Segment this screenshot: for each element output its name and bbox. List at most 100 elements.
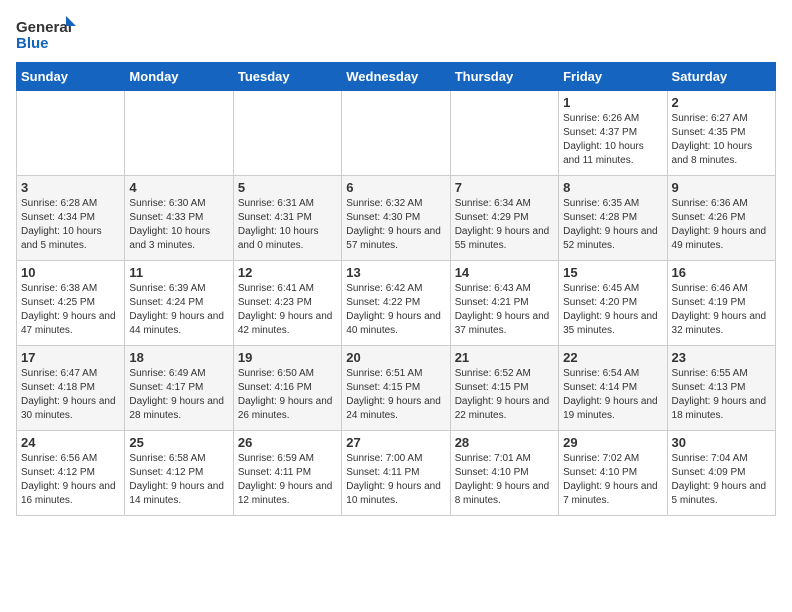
day-info: Sunrise: 6:58 AM Sunset: 4:12 PM Dayligh… xyxy=(129,452,228,508)
day-number: 9 xyxy=(672,180,771,195)
day-number: 12 xyxy=(238,265,337,280)
calendar-cell: 30Sunrise: 7:04 AM Sunset: 4:09 PM Dayli… xyxy=(667,431,775,516)
day-info: Sunrise: 6:32 AM Sunset: 4:30 PM Dayligh… xyxy=(346,197,445,253)
calendar-cell: 10Sunrise: 6:38 AM Sunset: 4:25 PM Dayli… xyxy=(17,261,125,346)
calendar-cell: 2 Sunrise: 6:27 AM Sunset: 4:35 PM Daylig… xyxy=(667,91,775,176)
calendar-week-row: 10Sunrise: 6:38 AM Sunset: 4:25 PM Dayli… xyxy=(17,261,776,346)
calendar-week-row: 17 Sunrise: 6:47 AM Sunset: 4:18 PM Dayli… xyxy=(17,346,776,431)
day-number: 27 xyxy=(346,435,445,450)
day-info: Sunrise: 6:41 AM Sunset: 4:23 PM Dayligh… xyxy=(238,282,337,338)
calendar-week-row: 1 Sunrise: 6:26 AM Sunset: 4:37 PM Daylig… xyxy=(17,91,776,176)
day-number: 18 xyxy=(129,350,228,365)
day-info: Sunrise: 6:38 AM Sunset: 4:25 PM Dayligh… xyxy=(21,282,120,338)
calendar-cell: 19 Sunrise: 6:50 AM Sunset: 4:16 PM Dayli… xyxy=(233,346,341,431)
day-info: Sunrise: 6:27 AM Sunset: 4:35 PM Dayligh… xyxy=(672,112,771,168)
day-info: Sunrise: 7:00 AM Sunset: 4:11 PM Dayligh… xyxy=(346,452,445,508)
calendar-cell: 3 Sunrise: 6:28 AM Sunset: 4:34 PM Daylig… xyxy=(17,176,125,261)
day-number: 19 xyxy=(238,350,337,365)
day-number: 1 xyxy=(563,95,662,110)
weekday-header-wednesday: Wednesday xyxy=(342,63,450,91)
day-info: Sunrise: 6:46 AM Sunset: 4:19 PM Dayligh… xyxy=(672,282,771,338)
calendar-cell: 1 Sunrise: 6:26 AM Sunset: 4:37 PM Daylig… xyxy=(559,91,667,176)
day-number: 16 xyxy=(672,265,771,280)
calendar-cell: 22 Sunrise: 6:54 AM Sunset: 4:14 PM Dayli… xyxy=(559,346,667,431)
calendar-cell: 6 Sunrise: 6:32 AM Sunset: 4:30 PM Daylig… xyxy=(342,176,450,261)
day-number: 28 xyxy=(455,435,554,450)
day-number: 25 xyxy=(129,435,228,450)
day-number: 22 xyxy=(563,350,662,365)
calendar-cell: 23Sunrise: 6:55 AM Sunset: 4:13 PM Dayli… xyxy=(667,346,775,431)
calendar-cell: 28 Sunrise: 7:01 AM Sunset: 4:10 PM Dayli… xyxy=(450,431,558,516)
day-info: Sunrise: 6:35 AM Sunset: 4:28 PM Dayligh… xyxy=(563,197,662,253)
day-info: Sunrise: 6:39 AM Sunset: 4:24 PM Dayligh… xyxy=(129,282,228,338)
calendar-cell: 12 Sunrise: 6:41 AM Sunset: 4:23 PM Dayli… xyxy=(233,261,341,346)
day-info: Sunrise: 6:50 AM Sunset: 4:16 PM Dayligh… xyxy=(238,367,337,423)
logo: GeneralBlue xyxy=(16,16,76,54)
day-info: Sunrise: 6:31 AM Sunset: 4:31 PM Dayligh… xyxy=(238,197,337,253)
weekday-header-sunday: Sunday xyxy=(17,63,125,91)
calendar-week-row: 3 Sunrise: 6:28 AM Sunset: 4:34 PM Daylig… xyxy=(17,176,776,261)
day-info: Sunrise: 7:01 AM Sunset: 4:10 PM Dayligh… xyxy=(455,452,554,508)
calendar-cell: 29 Sunrise: 7:02 AM Sunset: 4:10 PM Dayli… xyxy=(559,431,667,516)
day-number: 2 xyxy=(672,95,771,110)
day-info: Sunrise: 7:04 AM Sunset: 4:09 PM Dayligh… xyxy=(672,452,771,508)
day-number: 15 xyxy=(563,265,662,280)
calendar-cell: 27 Sunrise: 7:00 AM Sunset: 4:11 PM Dayli… xyxy=(342,431,450,516)
day-number: 26 xyxy=(238,435,337,450)
day-info: Sunrise: 6:47 AM Sunset: 4:18 PM Dayligh… xyxy=(21,367,120,423)
day-number: 20 xyxy=(346,350,445,365)
calendar-cell: 18 Sunrise: 6:49 AM Sunset: 4:17 PM Dayli… xyxy=(125,346,233,431)
calendar-cell: 25 Sunrise: 6:58 AM Sunset: 4:12 PM Dayli… xyxy=(125,431,233,516)
day-number: 6 xyxy=(346,180,445,195)
svg-text:Blue: Blue xyxy=(16,35,49,52)
calendar-cell xyxy=(233,91,341,176)
calendar-cell: 9 Sunrise: 6:36 AM Sunset: 4:26 PM Daylig… xyxy=(667,176,775,261)
day-number: 11 xyxy=(129,265,228,280)
day-number: 29 xyxy=(563,435,662,450)
weekday-header-friday: Friday xyxy=(559,63,667,91)
day-info: Sunrise: 6:56 AM Sunset: 4:12 PM Dayligh… xyxy=(21,452,120,508)
weekday-header-row: SundayMondayTuesdayWednesdayThursdayFrid… xyxy=(17,63,776,91)
calendar-cell xyxy=(342,91,450,176)
day-info: Sunrise: 6:45 AM Sunset: 4:20 PM Dayligh… xyxy=(563,282,662,338)
day-info: Sunrise: 6:43 AM Sunset: 4:21 PM Dayligh… xyxy=(455,282,554,338)
calendar-cell: 13Sunrise: 6:42 AM Sunset: 4:22 PM Dayli… xyxy=(342,261,450,346)
day-info: Sunrise: 6:28 AM Sunset: 4:34 PM Dayligh… xyxy=(21,197,120,253)
header: GeneralBlue xyxy=(16,16,776,54)
calendar-cell: 24Sunrise: 6:56 AM Sunset: 4:12 PM Dayli… xyxy=(17,431,125,516)
day-info: Sunrise: 7:02 AM Sunset: 4:10 PM Dayligh… xyxy=(563,452,662,508)
day-number: 17 xyxy=(21,350,120,365)
calendar-cell xyxy=(17,91,125,176)
day-info: Sunrise: 6:34 AM Sunset: 4:29 PM Dayligh… xyxy=(455,197,554,253)
day-info: Sunrise: 6:59 AM Sunset: 4:11 PM Dayligh… xyxy=(238,452,337,508)
day-info: Sunrise: 6:49 AM Sunset: 4:17 PM Dayligh… xyxy=(129,367,228,423)
calendar-cell: 26 Sunrise: 6:59 AM Sunset: 4:11 PM Dayli… xyxy=(233,431,341,516)
day-number: 5 xyxy=(238,180,337,195)
weekday-header-thursday: Thursday xyxy=(450,63,558,91)
logo-svg: GeneralBlue xyxy=(16,16,76,54)
svg-text:General: General xyxy=(16,19,72,36)
calendar-cell: 14Sunrise: 6:43 AM Sunset: 4:21 PM Dayli… xyxy=(450,261,558,346)
calendar-cell xyxy=(450,91,558,176)
calendar-cell: 15 Sunrise: 6:45 AM Sunset: 4:20 PM Dayli… xyxy=(559,261,667,346)
calendar-cell: 16 Sunrise: 6:46 AM Sunset: 4:19 PM Dayli… xyxy=(667,261,775,346)
day-info: Sunrise: 6:36 AM Sunset: 4:26 PM Dayligh… xyxy=(672,197,771,253)
day-number: 3 xyxy=(21,180,120,195)
calendar-cell: 7 Sunrise: 6:34 AM Sunset: 4:29 PM Daylig… xyxy=(450,176,558,261)
day-number: 13 xyxy=(346,265,445,280)
day-number: 7 xyxy=(455,180,554,195)
calendar-cell: 20 Sunrise: 6:51 AM Sunset: 4:15 PM Dayli… xyxy=(342,346,450,431)
calendar-cell: 8 Sunrise: 6:35 AM Sunset: 4:28 PM Daylig… xyxy=(559,176,667,261)
weekday-header-monday: Monday xyxy=(125,63,233,91)
day-info: Sunrise: 6:26 AM Sunset: 4:37 PM Dayligh… xyxy=(563,112,662,168)
calendar-cell: 5 Sunrise: 6:31 AM Sunset: 4:31 PM Daylig… xyxy=(233,176,341,261)
day-number: 8 xyxy=(563,180,662,195)
calendar-week-row: 24Sunrise: 6:56 AM Sunset: 4:12 PM Dayli… xyxy=(17,431,776,516)
weekday-header-saturday: Saturday xyxy=(667,63,775,91)
day-info: Sunrise: 6:54 AM Sunset: 4:14 PM Dayligh… xyxy=(563,367,662,423)
calendar-cell: 17 Sunrise: 6:47 AM Sunset: 4:18 PM Dayli… xyxy=(17,346,125,431)
day-info: Sunrise: 6:55 AM Sunset: 4:13 PM Dayligh… xyxy=(672,367,771,423)
day-info: Sunrise: 6:51 AM Sunset: 4:15 PM Dayligh… xyxy=(346,367,445,423)
day-info: Sunrise: 6:52 AM Sunset: 4:15 PM Dayligh… xyxy=(455,367,554,423)
weekday-header-tuesday: Tuesday xyxy=(233,63,341,91)
